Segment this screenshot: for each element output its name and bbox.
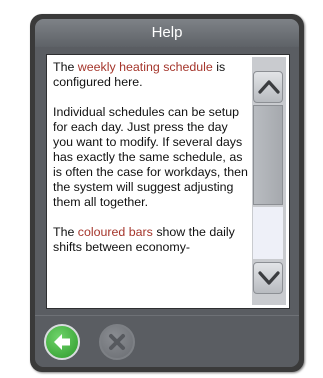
- scroll-up-button[interactable]: [253, 71, 283, 103]
- scroll-down-button[interactable]: [253, 262, 283, 294]
- scrollbar-track[interactable]: [253, 207, 283, 259]
- help-paragraph-3: The coloured bars show the daily shifts …: [53, 225, 249, 255]
- chevron-up-icon: [258, 80, 280, 94]
- help-text: The weekly heating schedule is configure…: [53, 60, 249, 270]
- scrollbar-thumb[interactable]: [253, 105, 283, 205]
- bottom-toolbar: [35, 315, 299, 367]
- chevron-down-icon: [258, 271, 280, 285]
- help-paragraph-2: Individual schedules can be setup for ea…: [53, 105, 248, 209]
- close-icon: [109, 334, 125, 350]
- coloured-bars-link: coloured bars: [77, 225, 153, 239]
- dialog-body: Help The weekly heating schedule is conf…: [35, 19, 299, 367]
- vertical-scrollbar[interactable]: [252, 57, 286, 305]
- weekly-heating-schedule-link: weekly heating schedule: [77, 60, 213, 74]
- help-dialog: Help The weekly heating schedule is conf…: [30, 14, 304, 372]
- help-content-panel: The weekly heating schedule is configure…: [46, 54, 290, 309]
- help-text-fragment: The: [53, 60, 78, 74]
- dialog-title: Help: [35, 19, 299, 47]
- cancel-button[interactable]: [99, 324, 135, 360]
- help-paragraph-1: The weekly heating schedule is configure…: [53, 60, 249, 90]
- back-button[interactable]: [44, 324, 80, 360]
- help-text-fragment: The: [53, 225, 78, 239]
- arrow-left-icon: [54, 334, 70, 350]
